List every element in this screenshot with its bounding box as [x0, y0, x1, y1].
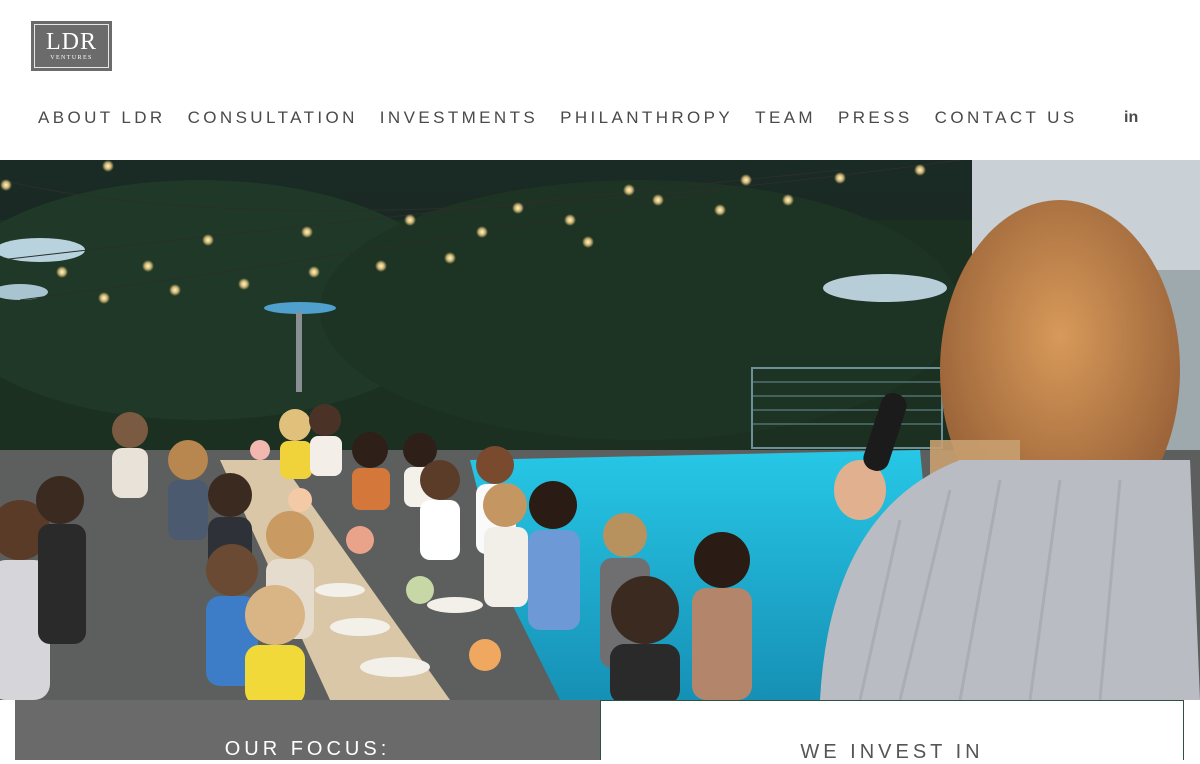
- main-nav: ABOUT LDR CONSULTATION INVESTMENTS PHILA…: [38, 105, 1100, 131]
- nav-contact-us[interactable]: CONTACT US: [935, 108, 1078, 128]
- logo-subtext: VENTURES: [50, 55, 93, 61]
- hero-photo-illustration: [0, 160, 1200, 700]
- our-focus-panel: OUR FOCUS:: [15, 700, 600, 760]
- logo-frame: LDR VENTURES: [34, 24, 109, 68]
- linkedin-icon[interactable]: in: [1124, 109, 1138, 127]
- site-header: LDR VENTURES ABOUT LDR CONSULTATION INVE…: [0, 0, 1200, 160]
- nav-consultation[interactable]: CONSULTATION: [188, 108, 358, 128]
- ldr-ventures-logo[interactable]: LDR VENTURES: [31, 21, 112, 71]
- nav-philanthropy[interactable]: PHILANTHROPY: [560, 108, 733, 128]
- nav-team[interactable]: TEAM: [755, 108, 816, 128]
- logo-text: LDR: [46, 29, 97, 55]
- nav-press[interactable]: PRESS: [838, 108, 913, 128]
- hero-image: [0, 160, 1200, 700]
- we-invest-in-panel: WE INVEST IN: [600, 700, 1184, 763]
- nav-investments[interactable]: INVESTMENTS: [380, 108, 538, 128]
- nav-about-ldr[interactable]: ABOUT LDR: [38, 108, 166, 128]
- we-invest-in-title: WE INVEST IN: [800, 741, 984, 763]
